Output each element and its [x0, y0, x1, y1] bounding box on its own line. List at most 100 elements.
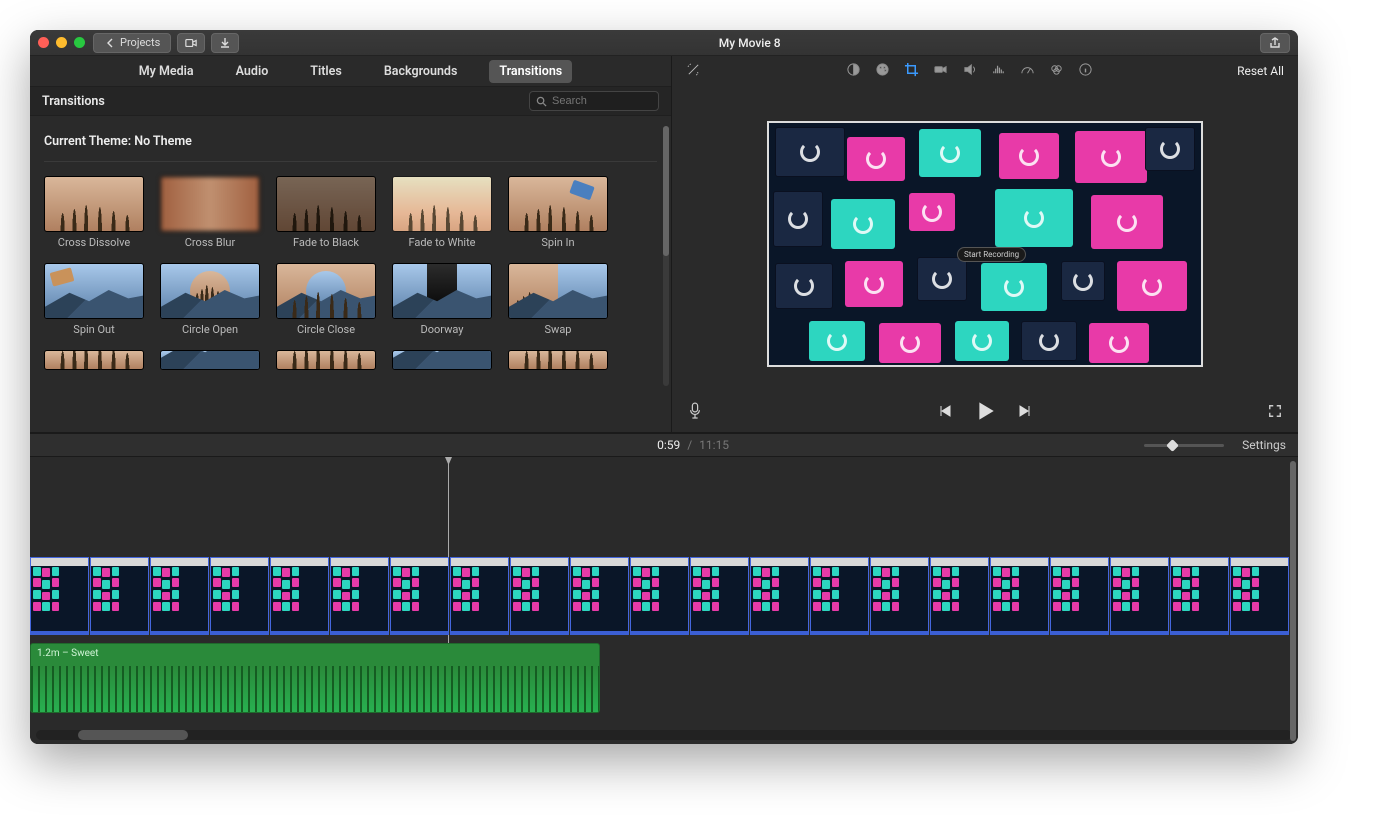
stabilize-button[interactable] [933, 62, 948, 80]
search-input[interactable] [552, 95, 642, 107]
transition-item[interactable]: Spin In [508, 176, 608, 249]
transition-item[interactable] [160, 350, 260, 370]
video-clip-frame[interactable] [690, 557, 749, 635]
transition-item[interactable] [392, 350, 492, 370]
transition-item[interactable]: Swap [508, 263, 608, 336]
info-button[interactable] [1078, 62, 1093, 80]
tab-transitions[interactable]: Transitions [489, 60, 572, 83]
inspector-toolbar: Reset All [672, 56, 1298, 86]
noise-reduction-button[interactable] [991, 62, 1006, 80]
transition-thumb [160, 350, 260, 370]
tab-titles[interactable]: Titles [300, 60, 352, 83]
prev-button[interactable] [937, 403, 953, 422]
zoom-window-button[interactable] [74, 37, 85, 48]
video-clip-frame[interactable] [450, 557, 509, 635]
transition-item[interactable]: Spin Out [44, 263, 144, 336]
preview-element [1075, 131, 1147, 183]
transition-label: Swap [545, 323, 572, 336]
video-clip-frame[interactable] [1230, 557, 1289, 635]
video-clip-frame[interactable] [570, 557, 629, 635]
preview-element [775, 263, 833, 309]
microphone-icon [688, 402, 702, 420]
close-window-button[interactable] [38, 37, 49, 48]
enhance-button[interactable] [686, 62, 701, 80]
app-window: Projects My Movie 8 My Media Audio Title… [30, 30, 1298, 744]
speed-button[interactable] [1020, 62, 1035, 80]
speaker-icon [962, 62, 977, 77]
video-clip-frame[interactable] [210, 557, 269, 635]
preview-element [995, 189, 1073, 247]
window-title: My Movie 8 [247, 36, 1252, 50]
timeline-settings-button[interactable]: Settings [1242, 438, 1286, 452]
transition-item[interactable]: Fade to White [392, 176, 492, 249]
preview-overlay-pill: Start Recording [957, 247, 1026, 262]
preview-element [879, 323, 941, 363]
transition-item[interactable] [508, 350, 608, 370]
browser-scrollbar[interactable] [663, 126, 669, 386]
video-clip-frame[interactable] [750, 557, 809, 635]
tab-audio[interactable]: Audio [226, 60, 279, 83]
transition-item[interactable]: Circle Open [160, 263, 260, 336]
next-button[interactable] [1017, 403, 1033, 422]
share-button[interactable] [1260, 33, 1290, 53]
transition-item[interactable]: Cross Dissolve [44, 176, 144, 249]
video-clip-frame[interactable] [510, 557, 569, 635]
zoom-slider[interactable] [1144, 444, 1224, 447]
video-clip-frame[interactable] [810, 557, 869, 635]
timeline-horizontal-scrollbar[interactable] [36, 730, 1292, 740]
audio-clip[interactable]: 1.2m – Sweet [30, 643, 600, 713]
video-clip-frame[interactable] [630, 557, 689, 635]
color-correction-button[interactable] [875, 62, 890, 80]
timeline-vertical-scrollbar[interactable] [1290, 461, 1296, 741]
speedometer-icon [1020, 62, 1035, 77]
play-icon [975, 401, 995, 421]
download-icon [219, 37, 231, 49]
import-media-button[interactable] [177, 33, 205, 53]
transition-item[interactable] [276, 350, 376, 370]
minimize-window-button[interactable] [56, 37, 67, 48]
video-clip-frame[interactable] [1110, 557, 1169, 635]
video-clip-frame[interactable] [330, 557, 389, 635]
preview-element [1091, 195, 1163, 249]
video-clip-frame[interactable] [390, 557, 449, 635]
color-balance-button[interactable] [846, 62, 861, 80]
filters-button[interactable] [1049, 62, 1064, 80]
volume-button[interactable] [962, 62, 977, 80]
video-clip-frame[interactable] [930, 557, 989, 635]
timeline-area[interactable]: 1.2m – Sweet [30, 457, 1298, 744]
transition-label: Spin Out [73, 323, 114, 336]
transition-thumb [508, 350, 608, 370]
transition-thumb [276, 350, 376, 370]
import-download-button[interactable] [211, 33, 239, 53]
play-button[interactable] [975, 401, 995, 424]
transition-item[interactable]: Fade to Black [276, 176, 376, 249]
crop-button[interactable] [904, 62, 919, 80]
transition-thumb [160, 176, 260, 232]
video-clip-frame[interactable] [150, 557, 209, 635]
video-clip-frame[interactable] [90, 557, 149, 635]
crop-icon [904, 62, 919, 77]
video-clip-frame[interactable] [270, 557, 329, 635]
video-clip-frame[interactable] [1050, 557, 1109, 635]
transition-item[interactable]: Doorway [392, 263, 492, 336]
tab-my-media[interactable]: My Media [129, 60, 204, 83]
reset-all-button[interactable]: Reset All [1237, 64, 1284, 78]
preview-viewport: Start Recording [672, 86, 1298, 392]
preview-canvas[interactable]: Start Recording [767, 121, 1203, 367]
projects-back-button[interactable]: Projects [93, 33, 171, 53]
fullscreen-button[interactable] [1268, 404, 1282, 421]
video-clip-frame[interactable] [1170, 557, 1229, 635]
video-clip-frame[interactable] [870, 557, 929, 635]
tab-backgrounds[interactable]: Backgrounds [374, 60, 468, 83]
audio-clip-label: 1.2m – Sweet [37, 648, 99, 659]
preview-element [831, 199, 895, 249]
transition-item[interactable]: Cross Blur [160, 176, 260, 249]
search-field[interactable] [529, 91, 659, 111]
video-clip-frame[interactable] [990, 557, 1049, 635]
video-track[interactable] [30, 557, 1298, 635]
transition-item[interactable] [44, 350, 144, 370]
total-duration: 11:15 [699, 438, 729, 452]
voiceover-button[interactable] [688, 402, 702, 423]
video-clip-frame[interactable] [30, 557, 89, 635]
transition-item[interactable]: Circle Close [276, 263, 376, 336]
